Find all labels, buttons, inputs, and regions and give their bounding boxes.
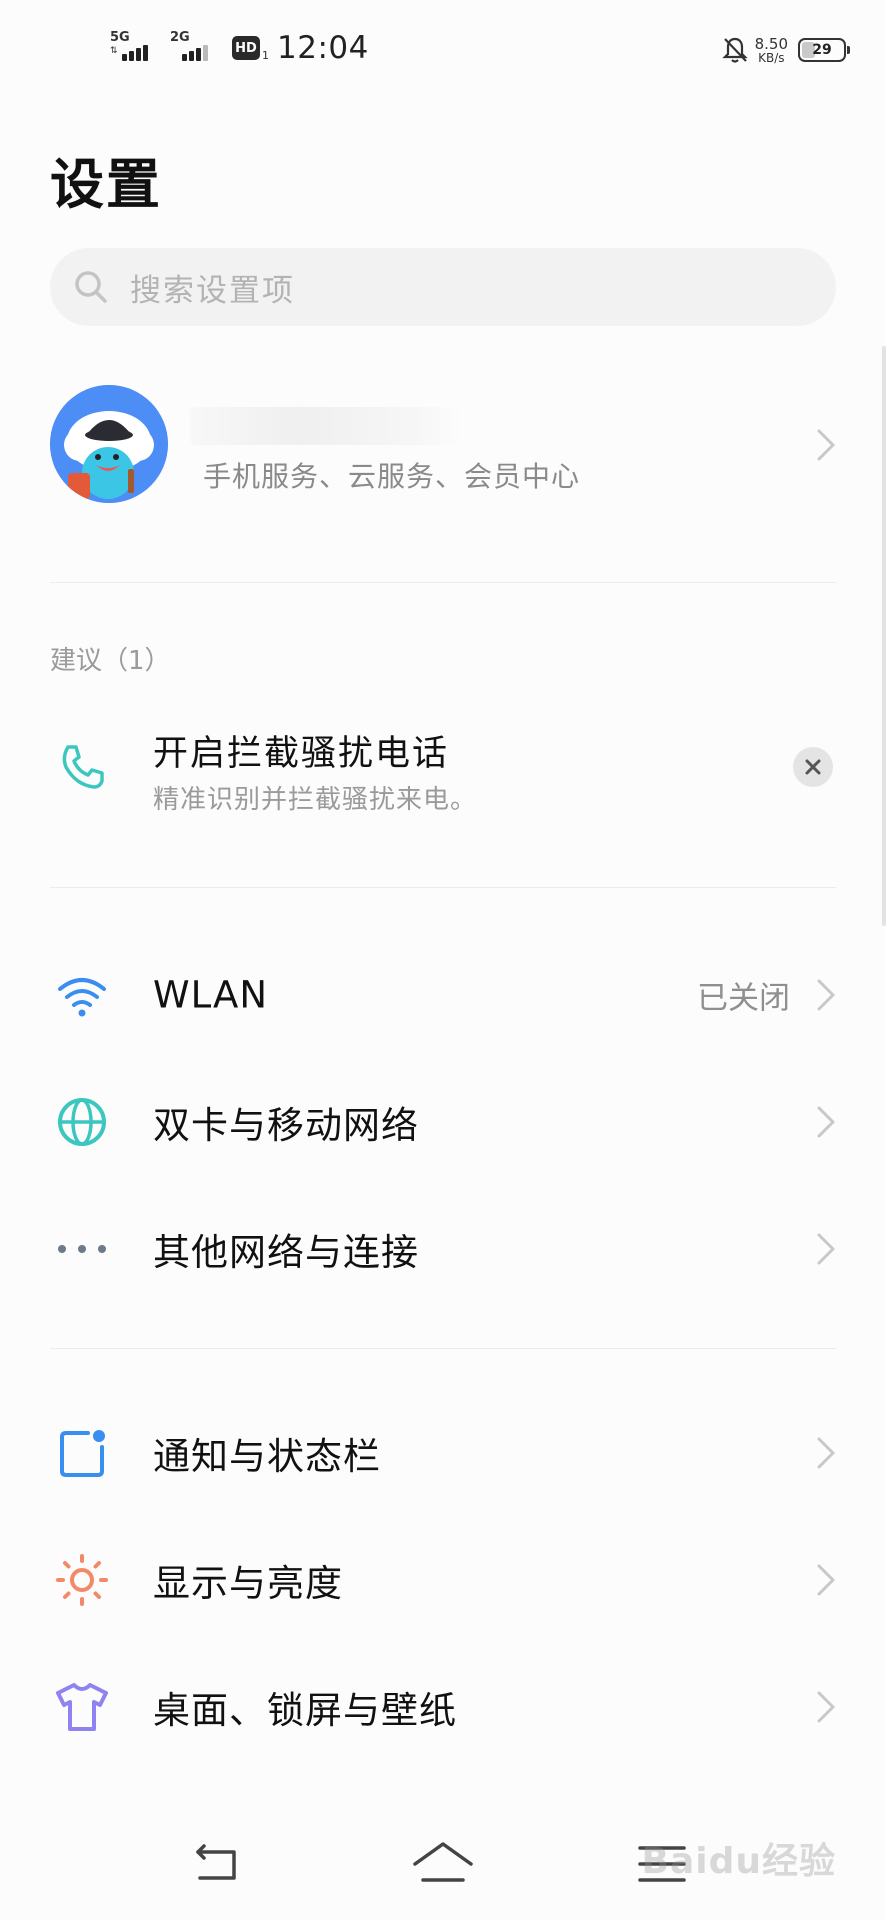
status-bar-left: 5G ⇅ 2G HD 1 12:04 [108, 26, 369, 70]
bell-off-icon [721, 37, 748, 63]
status-bar-right: 8.50 KB/s 29 [721, 30, 850, 70]
battery-level: 29 [812, 42, 832, 58]
signal-bars-sim2 [182, 45, 210, 61]
settings-item-other-networks[interactable]: 其他网络与连接 [0, 1189, 886, 1309]
signal-icon-sim2: 2G [168, 31, 216, 65]
search-icon [75, 271, 107, 303]
search-placeholder: 搜索设置项 [130, 272, 295, 309]
chevron-right-icon [817, 1233, 835, 1265]
net-speed-unit: KB/s [758, 50, 785, 65]
settings-item-notifications[interactable]: 通知与状态栏 [0, 1393, 886, 1513]
status-bar: 5G ⇅ 2G HD 1 12:04 8.50 KB/s 29 [0, 0, 886, 96]
back-button[interactable] [188, 1832, 252, 1896]
settings-item-label: 桌面、锁屏与壁纸 [153, 1689, 457, 1732]
net-speed: 8.50 KB/s [755, 36, 788, 65]
dismiss-button[interactable] [793, 747, 833, 787]
more-dots-icon [54, 1221, 110, 1277]
status-time: 12:04 [277, 30, 369, 66]
settings-screen: 5G ⇅ 2G HD 1 12:04 8.50 KB/s 29 设置 搜索设置项… [0, 0, 886, 1920]
battery-icon: 29 [798, 38, 850, 62]
home-icon [413, 1842, 473, 1882]
sim1-type: 5G [110, 30, 130, 45]
settings-item-label: WLAN [153, 973, 269, 1017]
data-arrows-icon: ⇅ [110, 46, 118, 56]
close-icon [805, 759, 821, 775]
settings-item-wallpaper[interactable]: 桌面、锁屏与壁纸 [0, 1647, 886, 1767]
brightness-icon [54, 1552, 110, 1608]
navigation-bar: Baidu经验 [0, 1812, 886, 1920]
watermark: Baidu经验 [641, 1841, 836, 1882]
avatar-icon[interactable] [50, 385, 168, 503]
wifi-icon [54, 967, 110, 1023]
globe-icon [54, 1094, 110, 1150]
hd-sub-label: 1 [262, 48, 269, 62]
account-subtitle: 手机服务、云服务、会员中心 [203, 460, 581, 493]
settings-item-value: 已关闭 [697, 980, 790, 1017]
settings-item-dual-sim[interactable]: 双卡与移动网络 [0, 1062, 886, 1182]
divider [50, 582, 836, 583]
settings-item-label: 通知与状态栏 [153, 1435, 381, 1478]
chevron-right-icon [817, 1564, 835, 1596]
back-icon [196, 1844, 236, 1880]
chevron-right-icon [817, 1691, 835, 1723]
divider [50, 887, 836, 888]
suggestions-header: 建议（1） [50, 646, 171, 676]
suggestion-title: 开启拦截骚扰电话 [153, 734, 450, 774]
account-name [190, 407, 460, 445]
chevron-right-icon [817, 429, 835, 461]
settings-item-wlan[interactable]: WLAN 已关闭 [0, 935, 886, 1055]
notification-icon [54, 1425, 110, 1481]
settings-item-label: 双卡与移动网络 [153, 1104, 419, 1147]
signal-bars [122, 45, 150, 61]
home-button[interactable] [411, 1832, 475, 1896]
page-title: 设置 [50, 153, 162, 216]
signal-icon: 5G ⇅ [108, 31, 156, 65]
suggestion-subtitle: 精准识别并拦截骚扰来电。 [153, 785, 478, 815]
settings-item-display[interactable]: 显示与亮度 [0, 1520, 886, 1640]
settings-item-label: 其他网络与连接 [153, 1231, 419, 1274]
chevron-right-icon [817, 1437, 835, 1469]
phone-icon [54, 739, 110, 795]
chevron-right-icon [817, 979, 835, 1011]
settings-item-label: 显示与亮度 [153, 1562, 343, 1605]
hd-voice-icon: HD [232, 36, 260, 60]
tshirt-icon [54, 1679, 110, 1735]
sim2-type: 2G [170, 30, 190, 45]
divider [50, 1348, 836, 1349]
net-speed-value: 8.50 [754, 34, 788, 53]
chevron-right-icon [817, 1106, 835, 1138]
account-row[interactable]: 手机服务、云服务、会员中心 [0, 385, 886, 505]
search-bar[interactable]: 搜索设置项 [50, 248, 836, 326]
